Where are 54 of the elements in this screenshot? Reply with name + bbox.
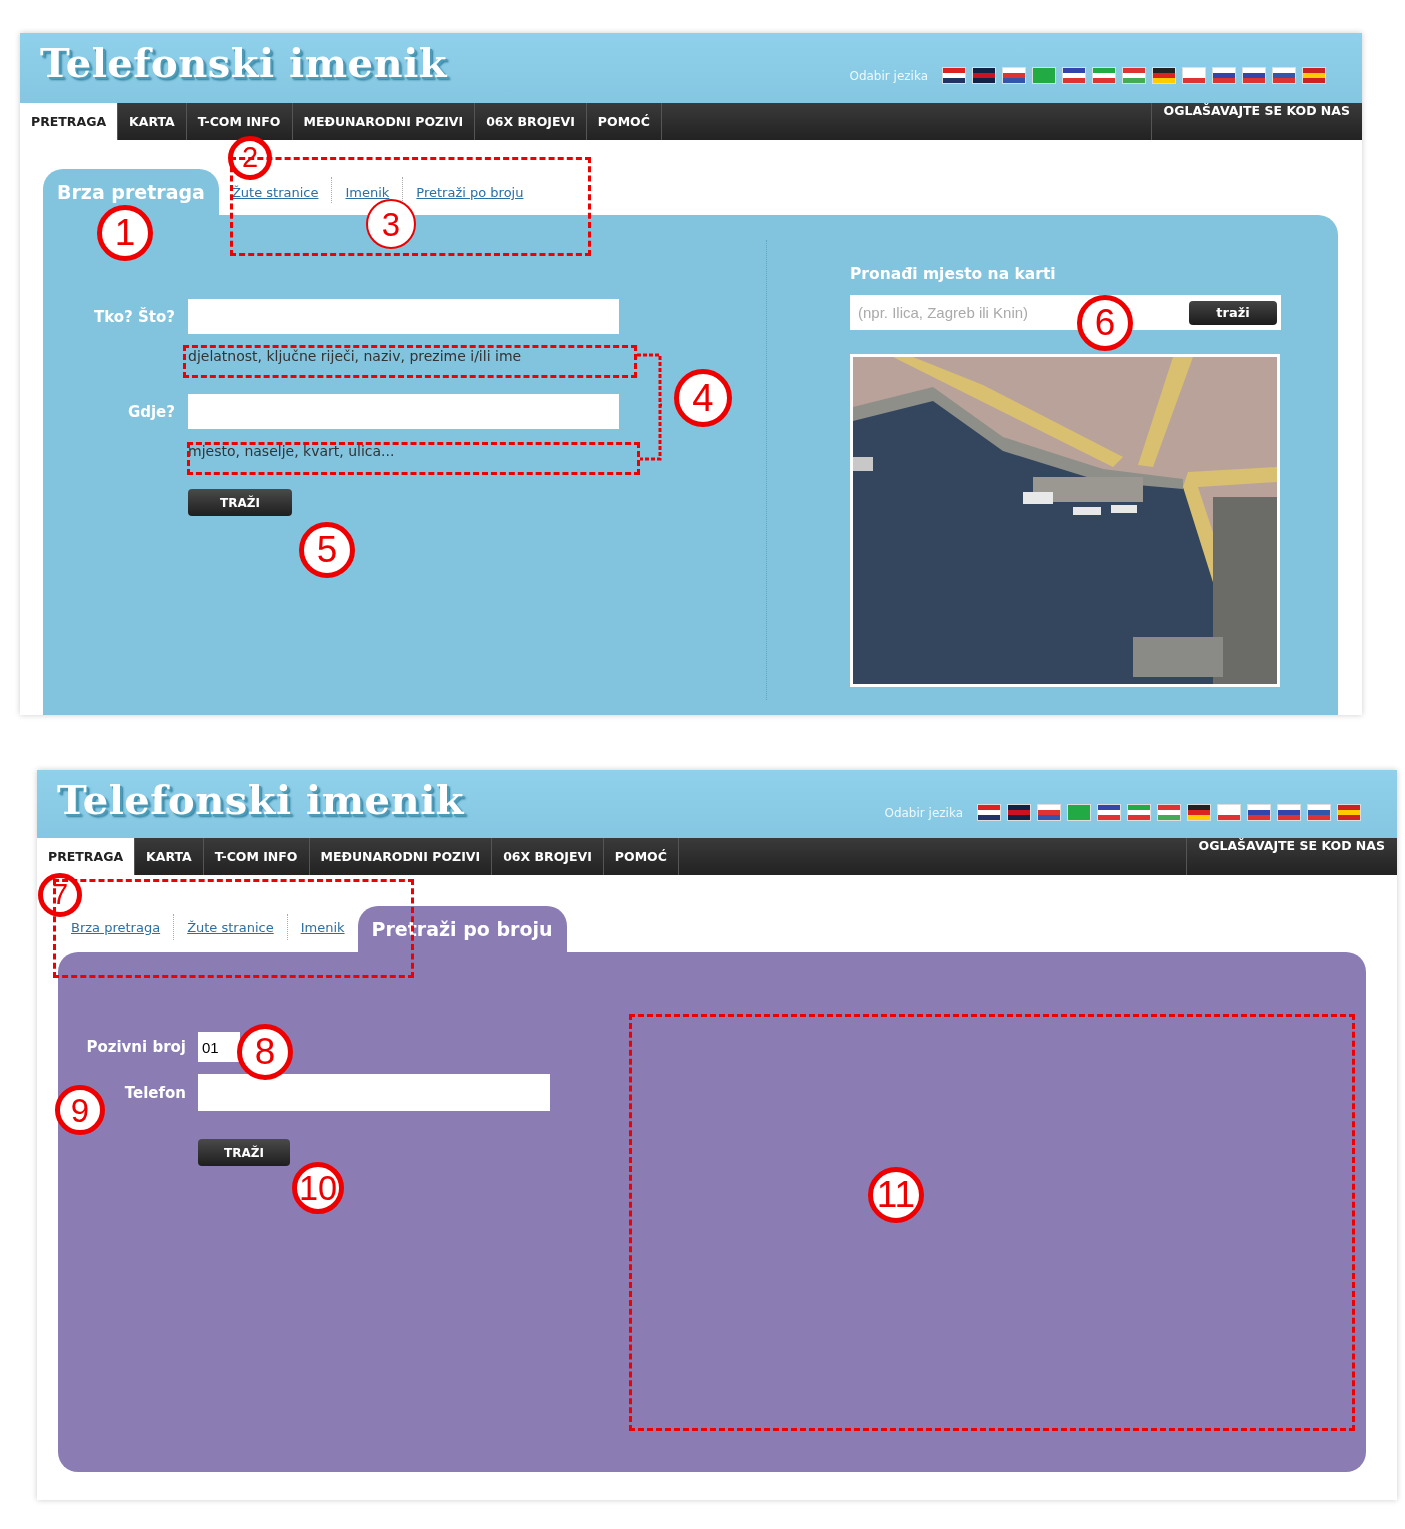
field-label: Tko? Što? <box>93 307 175 326</box>
search-button[interactable]: traži <box>1189 300 1277 325</box>
nav-tab[interactable]: KARTA <box>118 103 187 140</box>
field-label: Pozivni broj <box>85 1038 186 1056</box>
nav-link[interactable]: OGLAŠAVAJTE SE KOD NAS <box>1185 838 1397 875</box>
nav-tab[interactable]: 06X BROJEVI <box>492 838 604 875</box>
site-title: Telefonski imenik <box>40 39 448 86</box>
nav-tab[interactable]: 06X BROJEVI <box>475 103 587 140</box>
site-title: Telefonski imenik <box>57 776 465 823</box>
field-label: Telefon <box>123 1083 186 1102</box>
input-field[interactable] <box>188 299 619 334</box>
field-hint: djelatnost, ključne riječi, naziv, prezime i/ili ime <box>188 348 523 364</box>
input-field[interactable] <box>198 1074 550 1111</box>
tab-link[interactable]: Žute stranice <box>174 920 287 935</box>
flag-icon[interactable] <box>1007 804 1031 821</box>
search-tab[interactable]: Pretraži po broju <box>357 906 567 952</box>
flag-icon[interactable] <box>1097 804 1121 821</box>
field-label: Gdje? <box>126 402 175 421</box>
input-field[interactable] <box>188 394 619 429</box>
flag-icon[interactable] <box>1152 67 1176 84</box>
flag-icon[interactable] <box>1247 804 1271 821</box>
tab-link[interactable]: Brza pretraga <box>58 920 174 935</box>
flag-icon[interactable] <box>1062 67 1086 84</box>
nav-tab[interactable]: PRETRAGA <box>20 103 119 140</box>
flag-icon[interactable] <box>1037 804 1061 821</box>
flag-icon[interactable] <box>1212 67 1236 84</box>
flag-icon[interactable] <box>942 67 966 84</box>
tab-link[interactable]: Žute stranice <box>218 185 332 200</box>
nav-tab[interactable]: KARTA <box>135 838 204 875</box>
tab-link[interactable]: Imenik <box>287 920 358 935</box>
nav-tab[interactable]: MEĐUNARODNI POZIVI <box>292 103 476 140</box>
flag-icon[interactable] <box>1307 804 1331 821</box>
flag-icon[interactable] <box>1187 804 1211 821</box>
language-label: Odabir jezika <box>884 805 963 820</box>
nav-link[interactable]: OGLAŠAVAJTE SE KOD NAS <box>1150 103 1362 140</box>
tab-link[interactable]: Imenik <box>332 185 403 200</box>
input-field[interactable]: 01 <box>198 1032 240 1062</box>
nav-tab[interactable]: PRETRAGA <box>37 838 136 875</box>
search-button[interactable]: TRAŽI <box>198 1139 290 1166</box>
map-heading: Pronađi mjesto na karti <box>850 265 1056 283</box>
nav-tab[interactable]: POMOĆ <box>603 838 679 875</box>
nav-tab[interactable]: T-COM INFO <box>203 838 310 875</box>
tab-link[interactable]: Pretraži po broju <box>403 185 537 200</box>
nav-tab[interactable]: POMOĆ <box>586 103 662 140</box>
flag-icon[interactable] <box>1272 67 1296 84</box>
flag-icon[interactable] <box>1002 67 1026 84</box>
nav-tab[interactable]: MEĐUNARODNI POZIVI <box>309 838 493 875</box>
flag-icon[interactable] <box>972 67 996 84</box>
flag-icon[interactable] <box>977 804 1001 821</box>
search-button[interactable]: TRAŽI <box>188 489 292 516</box>
field-hint: mjesto, naselje, kvart, ulica... <box>188 443 396 459</box>
flag-icon[interactable] <box>1242 67 1266 84</box>
flag-icon[interactable] <box>1277 804 1301 821</box>
language-label: Odabir jezika <box>849 68 928 83</box>
